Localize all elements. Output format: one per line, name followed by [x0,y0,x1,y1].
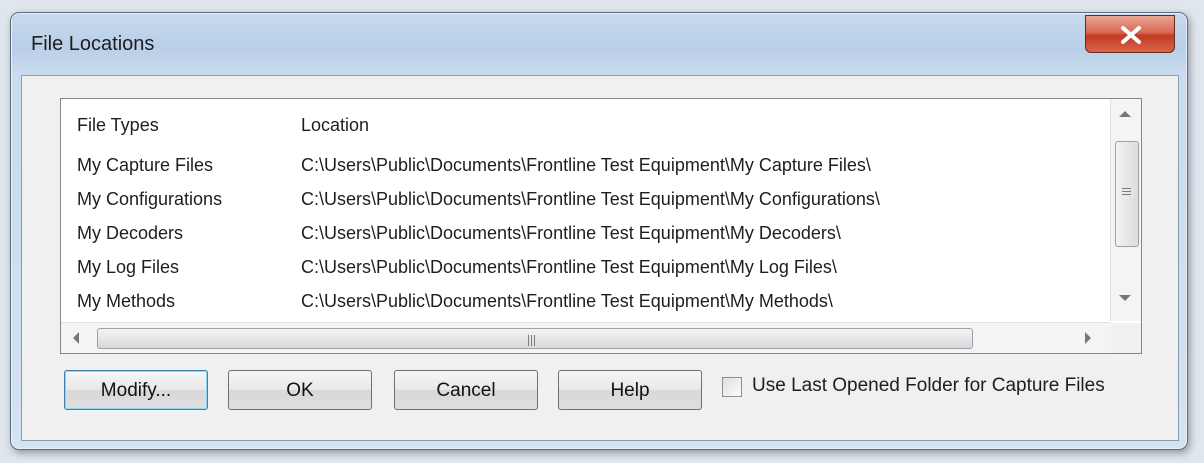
vertical-scroll-thumb[interactable] [1115,141,1139,247]
file-type: My Capture Files [77,155,214,175]
scroll-right-arrow-icon[interactable] [1085,332,1091,344]
list-item[interactable]: My Methods C:\Users\Public\Documents\Fro… [61,291,1101,321]
file-locations-list[interactable]: File Types Location My Capture Files C:\… [60,98,1142,354]
file-type: My Decoders [77,223,184,243]
column-header-location[interactable]: Location [301,115,369,136]
grip-icon [1122,188,1131,197]
close-icon [1121,26,1141,44]
list-item[interactable]: My Capture Files C:\Users\Public\Documen… [61,155,1101,185]
use-last-folder-checkbox[interactable] [722,377,742,397]
horizontal-scrollbar[interactable] [61,322,1111,353]
file-location: C:\Users\Public\Documents\Frontline Test… [301,257,837,277]
list-item[interactable]: My Decoders C:\Users\Public\Documents\Fr… [61,223,1101,253]
cancel-button[interactable]: Cancel [394,370,538,410]
file-location: C:\Users\Public\Documents\Frontline Test… [301,189,880,209]
scroll-up-arrow-icon[interactable] [1119,111,1131,117]
list-item[interactable]: My Configurations C:\Users\Public\Docume… [61,189,1101,219]
file-type: My Configurations [77,189,223,209]
grip-icon [528,333,537,346]
scroll-left-arrow-icon[interactable] [73,332,79,344]
file-type: My Log Files [77,257,180,277]
horizontal-scroll-thumb[interactable] [97,328,973,349]
use-last-folder-label[interactable]: Use Last Opened Folder for Capture Files [752,375,1105,397]
modify-button[interactable]: Modify... [64,370,208,410]
file-location: C:\Users\Public\Documents\Frontline Test… [301,223,841,243]
ok-button[interactable]: OK [228,370,372,410]
file-location: C:\Users\Public\Documents\Frontline Test… [301,291,833,311]
help-button[interactable]: Help [558,370,702,410]
file-type: My Methods [77,291,176,311]
title-bar[interactable]: File Locations [11,13,1187,73]
file-location: C:\Users\Public\Documents\Frontline Test… [301,155,871,175]
file-locations-dialog: File Locations File Types Location My Ca… [10,12,1188,450]
scroll-down-arrow-icon[interactable] [1119,295,1131,301]
vertical-scrollbar[interactable] [1110,99,1141,321]
close-button[interactable] [1085,15,1175,53]
dialog-body: File Types Location My Capture Files C:\… [21,75,1179,441]
window-title: File Locations [31,33,155,55]
scrollbar-corner [1111,323,1141,353]
list-item[interactable]: My Log Files C:\Users\Public\Documents\F… [61,257,1101,287]
column-header-file-types[interactable]: File Types [77,115,159,136]
